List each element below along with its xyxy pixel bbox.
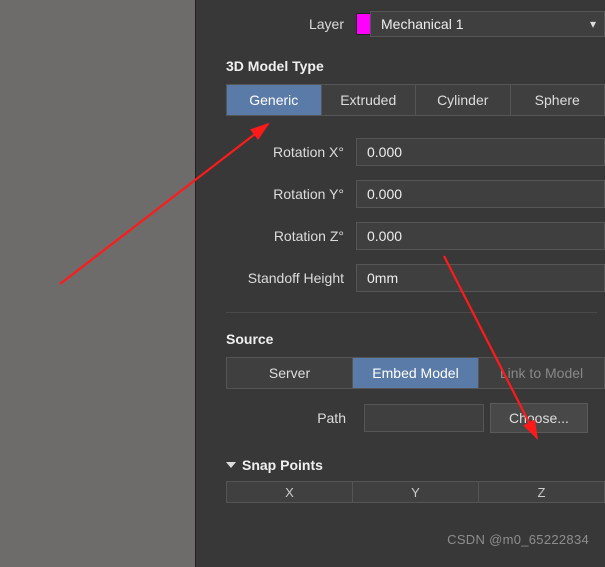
rotation-x-label: Rotation X° (218, 144, 356, 160)
properties-panel: Layer Mechanical 1 3D Model Type Generic… (195, 0, 605, 567)
snap-table-head: X Y Z (226, 481, 605, 503)
layer-value: Mechanical 1 (381, 16, 464, 32)
rotation-y-label: Rotation Y° (218, 186, 356, 202)
standoff-input[interactable]: 0mm (356, 264, 605, 292)
path-label: Path (218, 410, 358, 426)
snap-points-header[interactable]: Snap Points (226, 457, 605, 473)
standoff-label: Standoff Height (218, 270, 356, 286)
path-input[interactable] (364, 404, 484, 432)
tab-server[interactable]: Server (227, 358, 353, 388)
layer-dropdown[interactable]: Mechanical 1 (370, 11, 605, 37)
tab-link-to-model[interactable]: Link to Model (479, 358, 604, 388)
tab-extruded[interactable]: Extruded (322, 85, 417, 115)
rotation-z-input[interactable]: 0.000 (356, 222, 605, 250)
col-x: X (227, 482, 353, 502)
snap-points-label: Snap Points (242, 457, 323, 473)
layer-color-swatch[interactable] (356, 13, 370, 35)
layer-label: Layer (218, 16, 356, 32)
model-type-header: 3D Model Type (226, 58, 605, 74)
choose-button[interactable]: Choose... (490, 403, 588, 433)
col-z: Z (479, 482, 604, 502)
rotation-y-input[interactable]: 0.000 (356, 180, 605, 208)
source-tabs: Server Embed Model Link to Model (226, 357, 605, 389)
model-type-tabs: Generic Extruded Cylinder Sphere (226, 84, 605, 116)
rotation-x-input[interactable]: 0.000 (356, 138, 605, 166)
design-canvas[interactable] (0, 0, 195, 567)
tab-embed-model[interactable]: Embed Model (353, 358, 479, 388)
col-y: Y (353, 482, 479, 502)
source-header: Source (226, 331, 605, 347)
rotation-z-label: Rotation Z° (218, 228, 356, 244)
divider (226, 312, 597, 313)
tab-sphere[interactable]: Sphere (511, 85, 605, 115)
canvas-grid (0, 0, 195, 567)
tab-cylinder[interactable]: Cylinder (416, 85, 511, 115)
tab-generic[interactable]: Generic (227, 85, 322, 115)
caret-down-icon (226, 462, 236, 468)
